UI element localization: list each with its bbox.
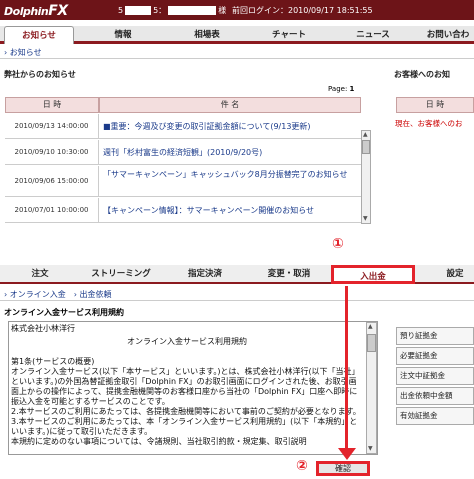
tab-designated-settlement[interactable]: 指定決済 [164,265,246,284]
tab-settings[interactable]: 設定 [420,265,474,284]
tos-title: オンライン入金サービス利用規約 [4,308,124,317]
company-news-title: 弊社からのお知らせ [4,70,76,79]
page-indicator: Page: 1 [328,85,354,93]
top-tab-bar: お知らせ 情報 相場表 チャート ニュース お問い合わ [0,26,474,44]
tos-textarea[interactable]: 株式会社小林洋行 オンライン入金サービス利用規約 第1条(サービスの概要) オン… [8,321,378,455]
last-login: 前回ログイン：2010/09/17 18:51:55 [232,6,373,15]
tos-line: オンライン入金サービス(以下「本サービス」といいます。)とは、株式会社小林洋行(… [11,367,360,406]
tab-notice[interactable]: お知らせ [4,26,74,44]
step-marker-1: ① [332,236,344,252]
header-date: 日 時 [5,97,99,113]
tos-line [11,347,363,357]
tab-chart[interactable]: チャート [252,26,326,44]
account-prefix: 5 [118,6,124,15]
dolphin-fx-logo: DolphinFX [4,3,68,19]
account-suffix: 様 [218,6,227,15]
sub-nav-notice[interactable]: › お知らせ [4,47,42,58]
scroll-down-icon[interactable]: ▼ [368,445,373,452]
tos-text: 株式会社小林洋行 オンライン入金サービス利用規約 第1条(サービスの概要) オン… [11,324,363,447]
news-link[interactable]: 「サマーキャンペーン」キャッシュバック8月分振替完了のお知らせ [103,169,353,180]
news-date: 2010/09/06 15:00:00 [5,166,99,197]
confirm-button[interactable]: 確認 [316,461,370,476]
arrow-line [345,286,348,452]
divider [0,300,474,301]
effective-margin: 有効証拠金 [396,407,474,425]
scroll-thumb[interactable] [362,140,370,154]
table-row: 2010/07/01 10:00:00 【キャンペーン情報】：サマーキャンペーン… [5,198,361,223]
tab-deposit-withdraw[interactable]: 入出金 [331,265,415,284]
tab-info[interactable]: 情報 [86,26,160,44]
table-row: 2010/09/10 10:30:00 週刊「杉村富生の経済短観」(2010/9… [5,140,361,165]
right-header-date: 日 時 [396,97,474,113]
deposited-margin: 預り証拠金 [396,327,474,345]
withdraw-requested-amount: 出金依頼中金額 [396,387,474,405]
table-row: 2010/09/06 15:00:00 「サマーキャンペーン」キャッシュバック8… [5,166,361,197]
scroll-up-icon[interactable]: ▲ [368,323,373,330]
divider [0,58,474,59]
news-link[interactable]: ■重要：今週及び変更の取引証拠金額について(9/13更新) [103,121,353,132]
tab-rates[interactable]: 相場表 [170,26,244,44]
news-date: 2010/07/01 10:00:00 [5,198,99,223]
logo-text: Dolphin [4,5,49,18]
account-mid: 5： [153,6,167,15]
step-marker-2: ② [296,458,308,474]
tab-contact[interactable]: お問い合わ [418,26,474,44]
scroll-down-icon[interactable]: ▼ [363,215,368,222]
header-subject: 件 名 [99,97,361,113]
sub-nav-online-deposit[interactable]: オンライン入金 [10,290,66,299]
logo-fx-text: FX [48,3,68,19]
tos-line: 本規約に定めのない事項については、令諸規則、当社取引約款・規定集、取引説明 [11,437,307,446]
account-info: 5 5： 様 [118,5,226,16]
trade-tab-bar: 注文 ストリーミング 指定決済 変更・取消 入出金 設定 [0,265,474,284]
sub-nav-withdraw-request[interactable]: 出金依頼 [80,290,112,299]
required-margin: 必要証拠金 [396,347,474,365]
news-link[interactable]: 【キャンペーン情報】：サマーキャンペーン開催のお知らせ [103,205,353,216]
tab-news[interactable]: ニュース [336,26,410,44]
news-link[interactable]: 週刊「杉村富生の経済短観」(2010/9/20号) [103,147,353,158]
news-date: 2010/09/13 14:00:00 [5,114,99,139]
trade-sub-nav: › オンライン入金 › 出金依頼 [4,290,112,299]
tos-line: オンライン入金サービス利用規約 [127,337,247,346]
tab-order[interactable]: 注文 [4,265,76,284]
scroll-thumb[interactable] [367,334,376,352]
customer-notice-text: 現在、お客様へのお [395,119,463,128]
tos-line: 3.本サービスのご利用にあたっては、本「オンライン入金サービス利用規約」(以下「… [11,417,358,436]
news-date: 2010/09/10 10:30:00 [5,140,99,165]
arrow-head-icon [338,448,356,460]
tos-line: 株式会社小林洋行 [11,324,75,333]
ordering-margin: 注文中証拠金 [396,367,474,385]
customer-news-title: お客様へのお知 [394,70,450,79]
tos-line: 2.本サービスのご利用にあたっては、各提携金融機関等において事前のご契約が必要と… [11,407,361,416]
sub-nav-notice-label: お知らせ [9,48,42,57]
tab-change-cancel[interactable]: 変更・取消 [248,265,330,284]
tab-streaming[interactable]: ストリーミング [80,265,162,284]
tos-line: 第1条(サービスの概要) [11,357,95,366]
table-row: 2010/09/13 14:00:00 ■重要：今週及び変更の取引証拠金額につい… [5,114,361,139]
page-number: 1 [349,85,355,93]
redacted-mask [125,6,152,15]
redacted-mask [168,6,217,15]
page-label: Page: [328,85,348,93]
scroll-up-icon[interactable]: ▲ [363,131,368,138]
